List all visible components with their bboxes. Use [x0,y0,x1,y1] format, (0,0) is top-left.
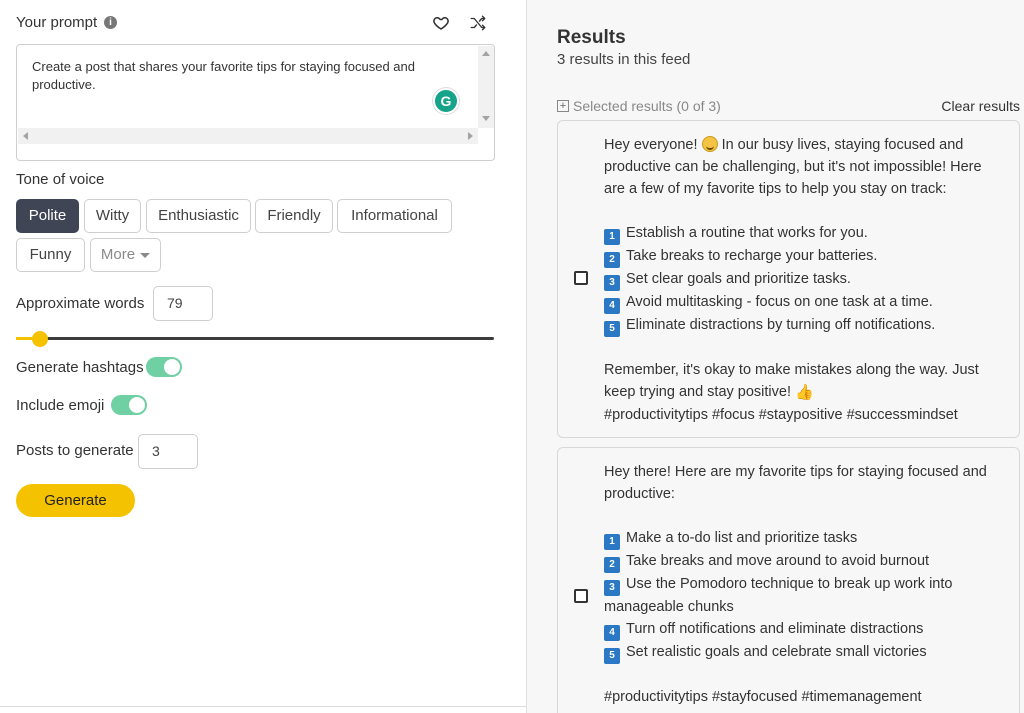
prompt-text[interactable]: Create a post that shares your favorite … [32,58,452,94]
keycap-number-icon: 5 [604,321,620,337]
result-intro: Hey everyone! In our busy lives, staying… [604,134,1004,200]
include-emoji-toggle[interactable] [111,395,147,415]
keycap-number-icon: 2 [604,557,620,573]
grammarly-icon[interactable]: G [433,88,459,114]
tone-chip-friendly[interactable]: Friendly [255,199,333,233]
scroll-up-arrow-icon[interactable] [482,51,490,56]
textarea-horizontal-scrollbar[interactable] [18,128,478,144]
selected-results-label[interactable]: Selected results (0 of 3) [573,98,721,114]
tip-item: 4 Avoid multitasking - focus on one task … [604,291,1004,314]
approximate-words-input[interactable]: 79 [153,286,213,321]
approximate-words-label: Approximate words [16,295,145,312]
tip-item: 1 Make a to-do list and prioritize tasks [604,527,1004,550]
tip-item: 3 Use the Pomodoro technique to break up … [604,573,1004,618]
keycap-number-icon: 4 [604,298,620,314]
tone-chip-polite[interactable]: Polite [16,199,79,233]
more-label: More [100,246,136,263]
result-hashtags: #productivitytips #stayfocused #timemana… [604,689,922,705]
keycap-number-icon: 3 [604,580,620,596]
toggle-knob [164,359,180,375]
divider [0,706,526,707]
tip-text: Use the Pomodoro technique to break up w… [604,576,953,615]
tip-text: Avoid multitasking - focus on one task a… [626,294,933,310]
prompt-textarea[interactable]: Create a post that shares your favorite … [16,44,495,161]
tone-of-voice-label: Tone of voice [16,171,105,188]
scroll-down-arrow-icon[interactable] [482,116,490,121]
generate-button[interactable]: Generate [16,484,135,517]
shuffle-icon[interactable] [469,14,487,32]
heart-icon[interactable] [432,14,450,32]
posts-to-generate-label: Posts to generate [16,442,134,459]
tip-item: 1 Establish a routine that works for you. [604,222,1004,245]
tip-item: 2 Take breaks and move around to avoid bu… [604,550,1004,573]
result-text: Hey everyone! In our busy lives, staying… [604,134,1004,426]
keycap-number-icon: 3 [604,275,620,291]
result-intro-greeting: Hey everyone! [604,137,698,153]
tip-text: Set realistic goals and celebrate small … [626,644,927,660]
tip-item: 4 Turn off notifications and eliminate di… [604,618,1004,641]
tip-item: 2 Take breaks to recharge your batteries. [604,245,1004,268]
tip-text: Eliminate distractions by turning off no… [626,317,936,333]
tone-chip-informational[interactable]: Informational [337,199,452,233]
smiling-face-emoji-icon [701,136,718,152]
selection-bar: + Selected results (0 of 3) Clear result… [557,98,1020,116]
words-slider-thumb[interactable] [31,331,48,347]
tone-chip-enthusiastic[interactable]: Enthusiastic [146,199,251,233]
result-hashtags: #productivitytips #focus #staypositive #… [604,407,958,423]
tip-item: 3 Set clear goals and prioritize tasks. [604,268,1004,291]
tone-chip-funny[interactable]: Funny [16,238,85,272]
clear-results-button[interactable]: Clear results [941,98,1020,114]
keycap-number-icon: 2 [604,252,620,268]
generate-hashtags-label: Generate hashtags [16,359,144,376]
tip-text: Establish a routine that works for you. [626,225,868,241]
result-outro: Remember, it's okay to make mistakes alo… [604,359,1004,404]
tone-chip-witty[interactable]: Witty [84,199,141,233]
chevron-down-icon [140,252,151,258]
tone-more-dropdown[interactable]: More [90,238,161,272]
result-checkbox[interactable] [574,589,588,603]
tip-text: Take breaks to recharge your batteries. [626,248,878,264]
tip-text: Take breaks and move around to avoid bur… [626,553,930,569]
tip-text: Set clear goals and prioritize tasks. [626,271,851,287]
results-title: Results [557,27,626,48]
result-outro-text: Remember, it's okay to make mistakes alo… [604,362,979,400]
scroll-right-arrow-icon[interactable] [468,132,473,140]
tip-item: 5 Set realistic goals and celebrate small… [604,641,1004,664]
posts-to-generate-input[interactable]: 3 [138,434,198,469]
plus-box-icon[interactable]: + [557,100,569,112]
scroll-left-arrow-icon[interactable] [23,132,28,140]
keycap-number-icon: 5 [604,648,620,664]
prompt-panel: Your prompt i Create a post that shares … [0,0,526,713]
prompt-header: Your prompt i [16,14,494,34]
words-slider-track[interactable] [16,337,494,340]
include-emoji-label: Include emoji [16,397,105,414]
tip-item: 5 Eliminate distractions by turning off n… [604,314,1004,337]
keycap-number-icon: 1 [604,534,620,550]
tip-text: Turn off notifications and eliminate dis… [626,621,924,637]
result-text: Hey there! Here are my favorite tips for… [604,461,1004,708]
result-intro: Hey there! Here are my favorite tips for… [604,464,987,502]
keycap-number-icon: 1 [604,229,620,245]
tip-text: Make a to-do list and prioritize tasks [626,530,858,546]
results-count: 3 results in this feed [557,51,691,68]
generate-hashtags-toggle[interactable] [146,357,182,377]
prompt-label: Your prompt [16,14,98,31]
result-card-1[interactable]: Hey everyone! In our busy lives, staying… [557,120,1020,438]
results-panel: Results 3 results in this feed + Selecte… [526,0,1024,713]
keycap-number-icon: 4 [604,625,620,641]
toggle-knob [129,397,145,413]
textarea-vertical-scrollbar[interactable] [478,46,494,128]
result-card-2[interactable]: Hey there! Here are my favorite tips for… [557,447,1020,713]
result-checkbox[interactable] [574,271,588,285]
info-icon[interactable]: i [104,16,117,29]
thumbs-up-emoji-icon: 👍 [795,384,814,401]
